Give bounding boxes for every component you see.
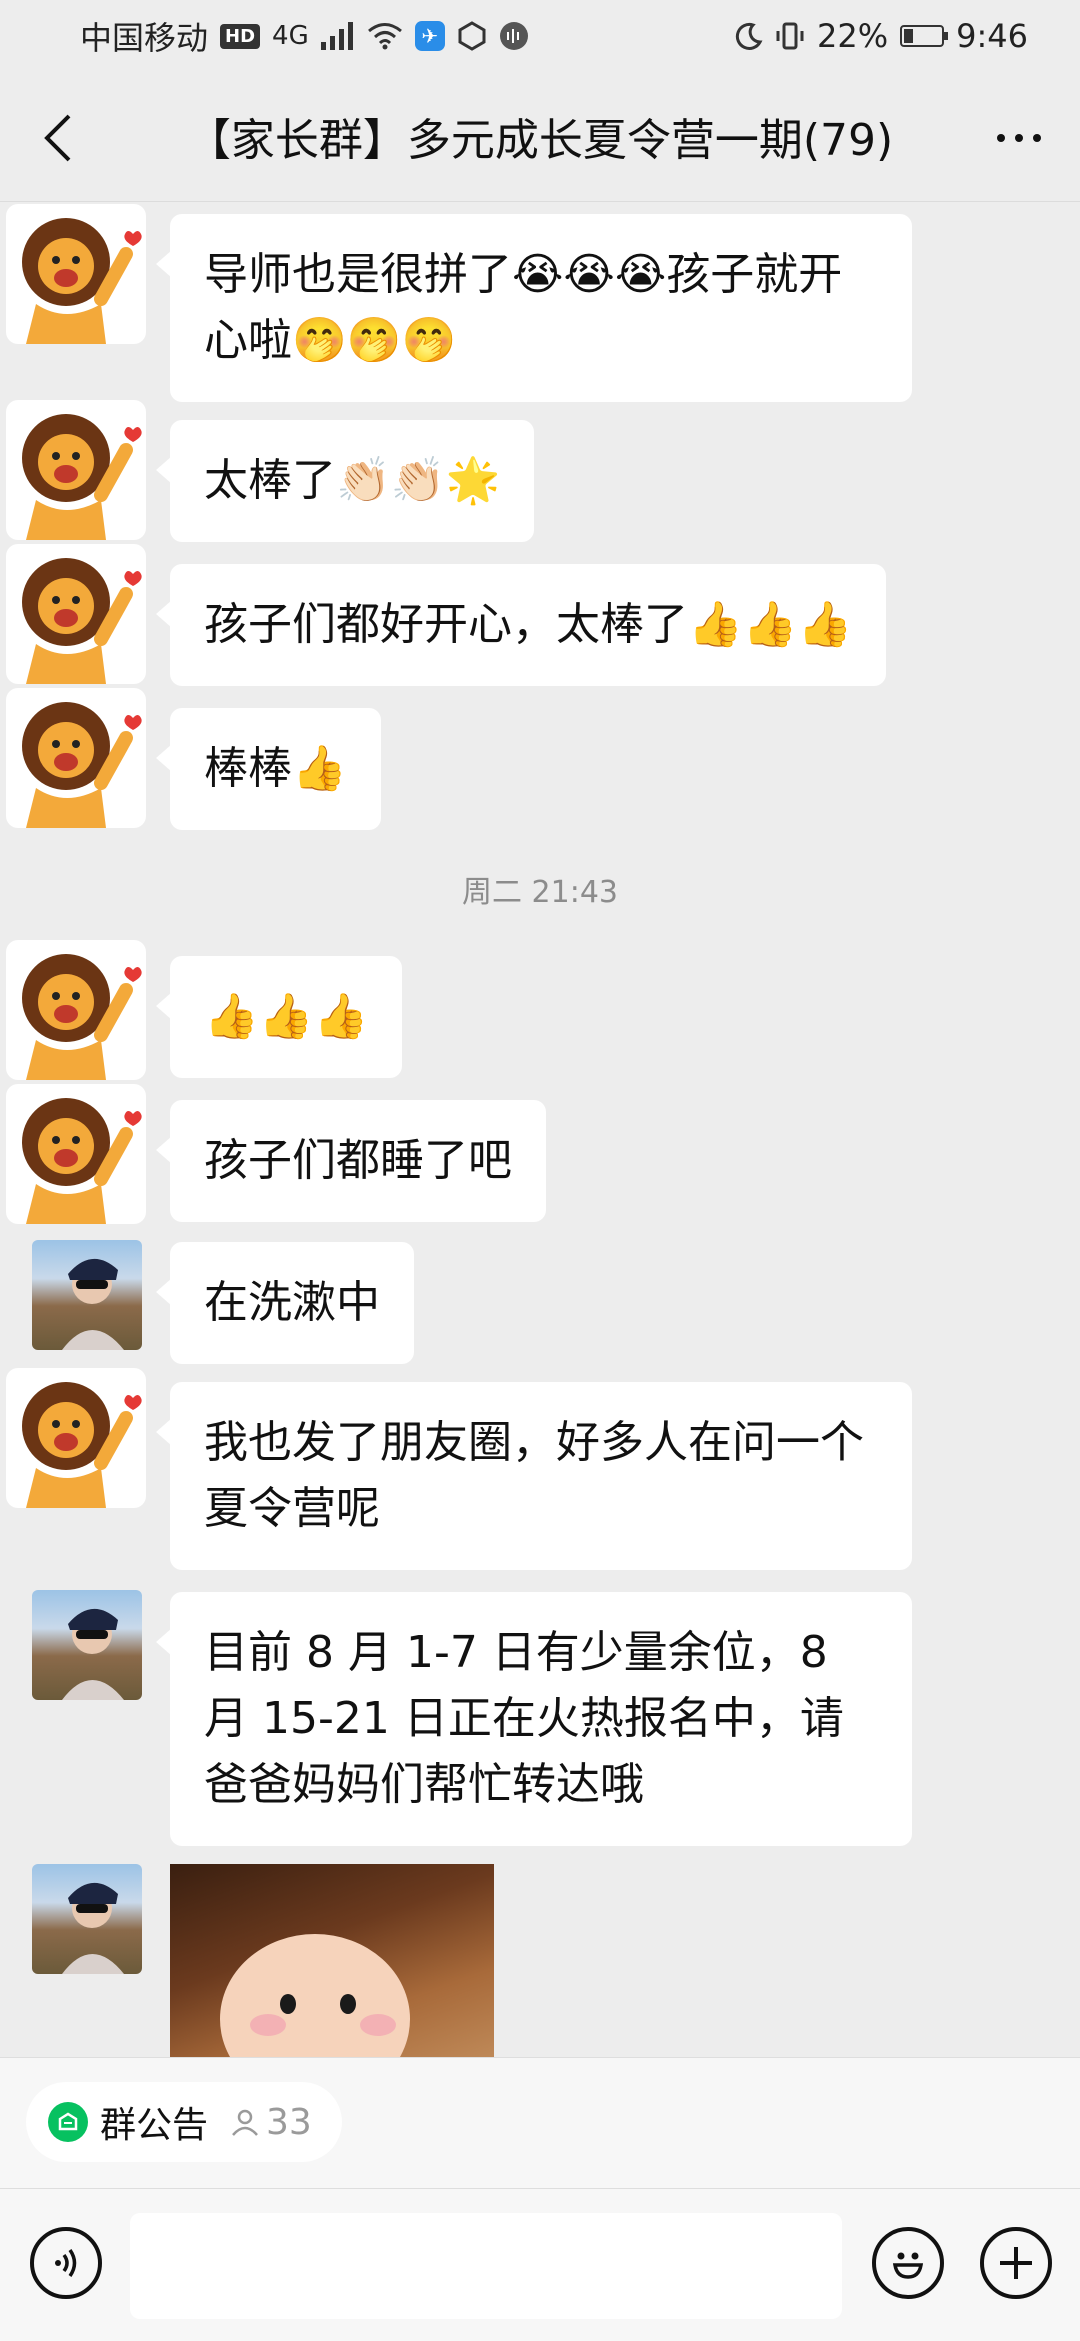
lion-avatar[interactable] <box>6 544 146 684</box>
image-message[interactable] <box>170 1864 494 2057</box>
child-face <box>220 1934 410 2057</box>
message-bubble[interactable]: 棒棒👍 <box>156 708 381 830</box>
emoji-button[interactable] <box>872 2227 944 2299</box>
input-row <box>0 2188 1080 2341</box>
user-photo-avatar[interactable] <box>32 1240 142 1350</box>
child-cheek <box>250 2014 286 2036</box>
lion-icon <box>22 954 142 1080</box>
message-bubble[interactable]: 目前 8 月 1-7 日有少量余位，8 月 15-21 日正在火热报名中，请爸爸… <box>156 1592 912 1846</box>
lion-avatar[interactable] <box>6 1368 146 1508</box>
message-bubble[interactable]: 孩子们都好开心，太棒了👍👍👍 <box>155 564 887 686</box>
lion-icon <box>22 558 142 684</box>
person-photo <box>62 1882 124 1974</box>
chat-messages[interactable]: 导师也是很拼了😭😭😭孩子就开心啦🤭🤭🤭 太棒了👏🏻👏🏻🌟 孩子们都好开心，太棒了… <box>0 202 1080 2057</box>
child-eye <box>280 1994 296 2014</box>
timestamp: 周二 21:43 <box>462 875 618 910</box>
message-bubble[interactable]: 我也发了朋友圈，好多人在问一个夏令营呢 <box>156 1382 912 1570</box>
status-bar: 中国移动 HD 4G ✈ 22% 9:46 <box>0 0 1080 72</box>
more-dot <box>1033 134 1041 142</box>
hand-icon <box>458 21 486 51</box>
chevron-left-icon <box>44 114 71 162</box>
signal-icon <box>320 22 353 50</box>
chat-header: 【家长群】多元成长夏令营一期(79) <box>0 72 1080 202</box>
lion-icon <box>22 218 142 344</box>
more-button[interactable] <box>984 108 1054 168</box>
carrier-label: 中国移动 <box>80 19 209 57</box>
user-photo-avatar[interactable] <box>32 1590 142 1700</box>
back-button[interactable] <box>28 108 88 168</box>
notice-count-value: 33 <box>266 2101 312 2143</box>
more-dot <box>1015 134 1023 142</box>
network-label: 4G <box>272 21 309 51</box>
lion-avatar[interactable] <box>6 940 146 1080</box>
person-icon <box>232 2109 258 2136</box>
bottom-panel: 群公告 33 <box>0 2057 1080 2341</box>
message-bubble[interactable]: 在洗漱中 <box>156 1242 414 1364</box>
app-notification-icon: ✈ <box>414 21 445 51</box>
notice-count: 33 <box>230 2102 312 2143</box>
add-button[interactable] <box>980 2227 1052 2299</box>
voice-button[interactable] <box>30 2227 102 2299</box>
status-right: 22% 9:46 <box>735 17 1028 55</box>
notice-label: 群公告 <box>100 2105 209 2146</box>
message-input[interactable] <box>130 2213 842 2319</box>
lion-avatar[interactable] <box>6 400 146 540</box>
more-dot <box>997 134 1005 142</box>
wifi-icon <box>367 23 402 50</box>
clock: 9:46 <box>956 17 1028 55</box>
moon-icon <box>735 22 763 50</box>
smiley-icon <box>892 2252 924 2279</box>
notice-icon <box>48 2102 88 2142</box>
user-photo-avatar[interactable] <box>32 1864 142 1974</box>
person-photo <box>62 1608 124 1700</box>
group-notice-chip[interactable]: 群公告 33 <box>26 2082 342 2162</box>
hd-badge: HD <box>220 23 261 49</box>
plus-icon <box>1000 2247 1032 2279</box>
lion-icon <box>22 414 142 540</box>
message-bubble[interactable]: 👍👍👍 <box>155 956 403 1078</box>
vibrate-icon <box>776 22 804 50</box>
lion-avatar[interactable] <box>6 204 146 344</box>
chat-title: 【家长群】多元成长夏令营一期(79) <box>186 115 894 166</box>
lion-icon <box>22 1382 142 1508</box>
status-left: 中国移动 HD 4G ✈ <box>80 13 529 59</box>
lion-icon <box>22 702 142 828</box>
battery-icon <box>900 25 949 47</box>
lion-avatar[interactable] <box>6 688 146 828</box>
child-eye <box>340 1994 356 2014</box>
message-bubble[interactable]: 孩子们都睡了吧 <box>156 1100 546 1222</box>
person-photo <box>62 1258 124 1350</box>
lion-icon <box>22 1098 142 1224</box>
lion-avatar[interactable] <box>6 1084 146 1224</box>
battery-percent: 22% <box>817 17 889 55</box>
child-cheek <box>360 2014 396 2036</box>
message-bubble[interactable]: 导师也是很拼了😭😭😭孩子就开心啦🤭🤭🤭 <box>156 214 912 402</box>
voice-icon <box>55 2249 77 2277</box>
audio-icon <box>499 22 528 50</box>
message-bubble[interactable]: 太棒了👏🏻👏🏻🌟 <box>155 420 535 542</box>
